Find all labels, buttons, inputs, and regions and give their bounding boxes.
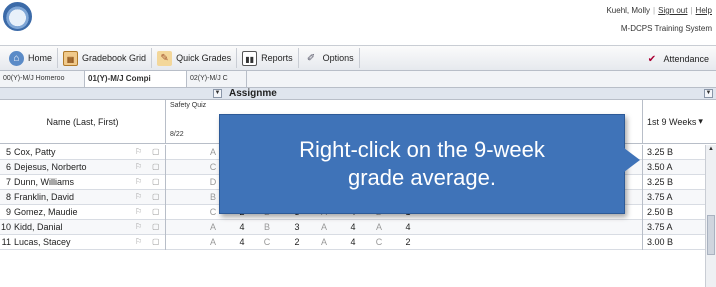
note-icon[interactable]: ▢ — [152, 220, 162, 235]
grade-cell[interactable]: C — [369, 235, 389, 250]
note-icon[interactable]: ▢ — [152, 205, 162, 220]
student-name[interactable]: Kidd, Danial — [14, 220, 126, 235]
student-name[interactable]: Cox, Patty — [14, 145, 126, 160]
note-icon[interactable]: ▢ — [152, 190, 162, 205]
note-icon[interactable]: ▢ — [152, 145, 162, 160]
tab-comp[interactable]: 01(Y)-M/J Compi — [85, 71, 187, 87]
quick-grades-icon: ✎ — [157, 50, 173, 66]
grade-cell[interactable]: A — [369, 220, 389, 235]
district-logo-icon — [3, 2, 32, 31]
row-number: 6 — [5, 162, 11, 172]
flag-icon[interactable]: ⚐ — [135, 160, 145, 175]
quick-grades-label: Quick Grades — [176, 53, 232, 63]
grade-cell[interactable]: C — [257, 235, 277, 250]
flag-icon[interactable]: ⚐ — [135, 205, 145, 220]
user-name: Kuehl, Molly — [606, 6, 651, 15]
reports-label: Reports — [261, 53, 293, 63]
student-name[interactable]: Gomez, Maudie — [14, 205, 126, 220]
row-number: 7 — [5, 177, 11, 187]
scroll-up-icon[interactable]: ▲ — [707, 146, 715, 154]
nine-weeks-column-header[interactable]: 1st 9 Weeks ▾ — [642, 100, 716, 144]
attendance-label: Attendance — [663, 54, 709, 64]
callout-pointer — [624, 148, 640, 172]
student-name[interactable]: Dejesus, Norberto — [14, 160, 126, 175]
tab-homeroom[interactable]: 00(Y)-M/J Homeroo — [0, 71, 85, 87]
home-label: Home — [28, 53, 53, 63]
student-name[interactable]: Lucas, Stacey — [14, 235, 126, 250]
gradebook-grid-label: Gradebook Grid — [82, 53, 147, 63]
grade-cell[interactable]: A — [203, 220, 223, 235]
options-icon: ✐ — [306, 52, 316, 64]
class-tabs: 00(Y)-M/J Homeroo 01(Y)-M/J Compi 02(Y)-… — [0, 71, 716, 88]
sort-down-icon: ▾ — [698, 116, 703, 126]
row-number: 9 — [5, 207, 11, 217]
row-number: 5 — [5, 147, 11, 157]
flag-icon[interactable]: ⚐ — [135, 220, 145, 235]
options-label: Options — [322, 53, 354, 63]
grades-column-dropdown-icon[interactable]: ▼ — [704, 89, 713, 98]
app-header: Kuehl, Molly | Sign out | Help M-DCPS Traini… — [0, 0, 716, 45]
note-icon[interactable]: ▢ — [152, 175, 162, 190]
flag-icon[interactable]: ⚐ — [135, 190, 145, 205]
grade-cell[interactable]: B — [257, 220, 277, 235]
score-cell[interactable]: 2 — [398, 235, 418, 250]
score-cell[interactable]: 4 — [232, 220, 252, 235]
score-cell[interactable]: 4 — [232, 235, 252, 250]
name-column-dropdown-icon[interactable]: ▼ — [213, 89, 222, 98]
reports-button[interactable]: ▮▮ Reports — [237, 48, 299, 68]
main-toolbar: ⌂ Home ▦ Gradebook Grid ✎ Quick Grades ▮… — [0, 45, 716, 71]
score-cell[interactable]: 2 — [287, 235, 307, 250]
score-cell[interactable]: 4 — [343, 220, 363, 235]
system-name: M-DCPS Training System — [620, 24, 712, 33]
assignment-title: Safety Quiz — [170, 102, 207, 109]
home-button[interactable]: ⌂ Home — [4, 48, 59, 68]
row-number: 8 — [5, 192, 11, 202]
grid-header-band: ▼ Assignme ▼ — [0, 88, 716, 100]
row-number: 11 — [1, 237, 11, 247]
flag-icon[interactable]: ⚐ — [135, 235, 145, 250]
help-link[interactable]: Help — [696, 6, 712, 15]
grade-cell[interactable]: A — [314, 220, 334, 235]
gradebook-grid-icon: ▦ — [63, 50, 79, 66]
student-name[interactable]: Franklin, David — [14, 190, 126, 205]
score-cell[interactable]: 3 — [287, 220, 307, 235]
table-row[interactable]: 11 Lucas, Stacey ⚐ ▢ A 4 C 2 A 4 C 2 3.0… — [0, 235, 716, 250]
attendance-button[interactable]: ✔ Attendance — [639, 49, 714, 69]
table-row[interactable]: 10 Kidd, Danial ⚐ ▢ A 4 B 3 A 4 A 4 3.75… — [0, 220, 716, 235]
instruction-callout: Right-click on the 9-week grade average. — [219, 114, 625, 214]
flag-icon[interactable]: ⚐ — [135, 175, 145, 190]
row-number: 10 — [1, 222, 12, 232]
flag-icon[interactable]: ⚐ — [135, 145, 145, 160]
name-column-header[interactable]: Name (Last, First) — [0, 100, 166, 144]
score-cell[interactable]: 4 — [343, 235, 363, 250]
assignment-date: 8/22 — [170, 131, 184, 138]
grid-scrollbar[interactable]: ▲ — [705, 145, 716, 287]
score-cell[interactable]: 4 — [398, 220, 418, 235]
student-name[interactable]: Dunn, Williams — [14, 175, 126, 190]
note-icon[interactable]: ▢ — [152, 235, 162, 250]
home-icon: ⌂ — [9, 50, 24, 66]
user-line: Kuehl, Molly | Sign out | Help — [606, 6, 712, 15]
grade-cell[interactable]: A — [314, 235, 334, 250]
nine-weeks-label: 1st 9 Weeks — [647, 116, 697, 127]
options-button[interactable]: ✐ Options — [299, 48, 360, 68]
assignments-header: Assignme — [229, 88, 277, 99]
gradebook-grid-button[interactable]: ▦ Gradebook Grid — [58, 48, 153, 68]
reports-icon: ▮▮ — [242, 50, 258, 66]
grade-cell[interactable]: A — [203, 235, 223, 250]
attendance-icon: ✔ — [647, 53, 657, 65]
tab-class-02[interactable]: 02(Y)-M/J C — [187, 71, 247, 87]
quick-grades-button[interactable]: ✎ Quick Grades — [152, 48, 238, 68]
sign-out-link[interactable]: Sign out — [658, 6, 687, 15]
scroll-thumb[interactable] — [707, 215, 715, 255]
note-icon[interactable]: ▢ — [152, 160, 162, 175]
